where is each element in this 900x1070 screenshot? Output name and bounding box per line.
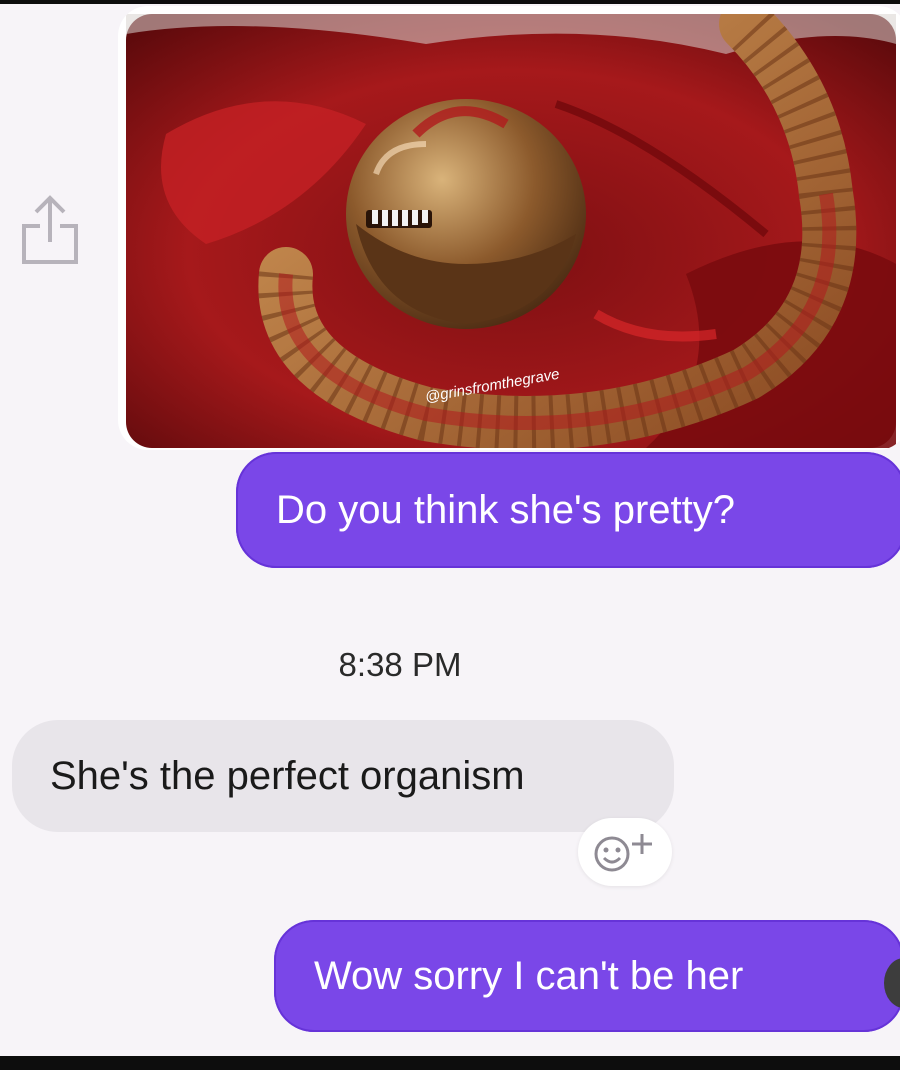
top-edge-strip bbox=[0, 0, 900, 4]
image-message[interactable]: @grinsfromthegrave bbox=[118, 6, 900, 450]
alien-photo: @grinsfromthegrave bbox=[126, 14, 896, 448]
share-icon[interactable] bbox=[18, 192, 82, 266]
add-reaction-button[interactable] bbox=[578, 818, 672, 886]
message-bubble-received[interactable]: She's the perfect organism bbox=[12, 720, 674, 832]
message-bubble-sent[interactable]: Wow sorry I can't be her bbox=[274, 920, 900, 1032]
bottom-edge-strip bbox=[0, 1056, 900, 1070]
timestamp: 8:38 PM bbox=[338, 646, 462, 683]
message-bubble-sent[interactable]: Do you think she's pretty? bbox=[236, 452, 900, 568]
add-reaction-icon bbox=[594, 834, 652, 872]
message-text: Do you think she's pretty? bbox=[276, 487, 735, 532]
message-text: She's the perfect organism bbox=[50, 753, 525, 798]
message-text: Wow sorry I can't be her bbox=[314, 953, 744, 998]
